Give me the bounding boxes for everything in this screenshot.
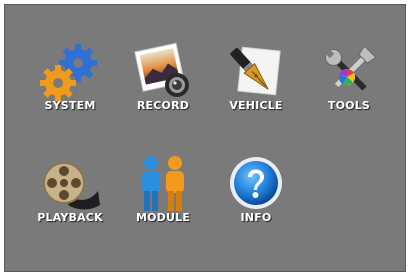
menu-item-info-label: INFO	[240, 211, 272, 224]
menu-item-vehicle[interactable]: VEHICLE	[216, 41, 296, 117]
menu-item-system[interactable]: SYSTEM	[30, 41, 110, 117]
menu-item-info[interactable]: INFO	[216, 153, 296, 229]
tools-icon	[324, 45, 377, 91]
film-reel-icon	[43, 162, 100, 210]
menu-item-module-label: MODULE	[135, 211, 191, 224]
menu-item-record[interactable]: RECORD	[123, 41, 203, 117]
menu-item-playback[interactable]: PLAYBACK	[30, 153, 110, 229]
menu-item-module[interactable]: MODULE	[123, 153, 203, 229]
gears-icon	[40, 44, 97, 101]
photo-camera-icon	[134, 42, 189, 97]
menu-item-tools-label: TOOLS	[327, 99, 371, 112]
main-menu-screen: SYSTEM RECORD VEHICLE TOOLS PLAYBACK MOD…	[4, 4, 406, 272]
menu-item-record-label: RECORD	[136, 99, 190, 112]
pen-nib-icon	[230, 46, 281, 96]
menu-item-system-label: SYSTEM	[44, 99, 96, 112]
help-icon	[230, 157, 282, 209]
menu-item-tools[interactable]: TOOLS	[309, 41, 389, 117]
menu-item-playback-label: PLAYBACK	[37, 211, 103, 224]
users-icon	[142, 156, 184, 211]
menu-item-vehicle-label: VEHICLE	[229, 99, 283, 112]
